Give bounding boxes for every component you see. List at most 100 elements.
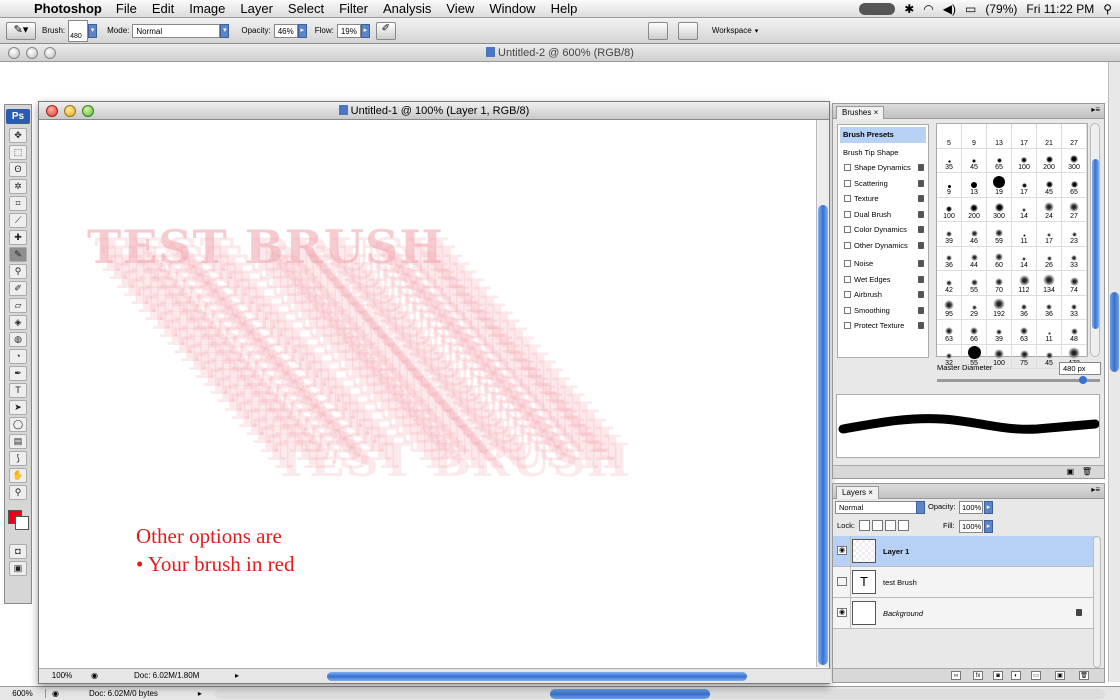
- layer-name[interactable]: test Brush: [883, 578, 917, 587]
- layer-row[interactable]: ◉ Layer 1: [833, 536, 1096, 567]
- move-tool-icon[interactable]: ✥: [9, 128, 27, 143]
- brush-tool-preset-button[interactable]: ✎▾: [6, 21, 36, 40]
- doc2-status-icon[interactable]: ◉: [52, 689, 59, 698]
- spotlight-icon[interactable]: ⚲: [1103, 2, 1112, 16]
- eyedropper-tool-icon[interactable]: ⟆: [9, 451, 27, 466]
- slice-tool-icon[interactable]: ⟋: [9, 213, 27, 228]
- brush-preset[interactable]: 11: [1012, 222, 1037, 247]
- doc2-zoom-field[interactable]: 600%: [0, 689, 46, 698]
- checkbox[interactable]: [844, 260, 851, 267]
- marquee-tool-icon[interactable]: ⬚: [9, 145, 27, 160]
- hand-tool-icon[interactable]: ✋: [9, 468, 27, 483]
- brush-preset[interactable]: 100: [1012, 148, 1037, 173]
- type-tool-icon[interactable]: T: [9, 383, 27, 398]
- brush-preset[interactable]: 200: [962, 197, 987, 222]
- brush-preset[interactable]: 13: [962, 173, 987, 198]
- dodge-tool-icon[interactable]: ◔: [9, 349, 27, 364]
- brush-option-airbrush[interactable]: Airbrush: [838, 287, 928, 303]
- brush-preset[interactable]: 112: [1012, 271, 1037, 296]
- brush-preset[interactable]: 45: [962, 148, 987, 173]
- airbrush-toggle[interactable]: ✐: [375, 21, 396, 40]
- brush-option-wet-edges[interactable]: Wet Edges: [838, 272, 928, 288]
- brush-presets-item[interactable]: Brush Presets: [840, 127, 926, 143]
- lock-icon[interactable]: [918, 322, 924, 329]
- eye-icon[interactable]: ◉: [837, 608, 847, 617]
- brush-preset[interactable]: 39: [937, 222, 962, 247]
- brush-preset[interactable]: 42: [937, 271, 962, 296]
- media-controls-icon[interactable]: [859, 3, 896, 15]
- clone-stamp-tool-icon[interactable]: ⚲: [9, 264, 27, 279]
- crop-tool-icon[interactable]: ⌗: [9, 196, 27, 211]
- mode-select-arrow[interactable]: ▾: [220, 23, 230, 38]
- brush-preset[interactable]: 26: [1037, 246, 1062, 271]
- doc1-minimize-button[interactable]: [64, 105, 76, 117]
- brush-option-dual-brush[interactable]: Dual Brush: [838, 207, 928, 223]
- eraser-tool-icon[interactable]: ▱: [9, 298, 27, 313]
- opacity-field[interactable]: 46%: [273, 23, 298, 38]
- doc1-zoom-button[interactable]: [82, 105, 94, 117]
- delete-preset-icon[interactable]: 🗑: [1082, 467, 1092, 476]
- lock-icon[interactable]: [918, 260, 924, 267]
- menu-edit[interactable]: Edit: [152, 1, 174, 16]
- checkbox[interactable]: [844, 306, 851, 314]
- brush-preset[interactable]: 17: [1037, 222, 1062, 247]
- layer-row[interactable]: T test Brush: [833, 567, 1096, 598]
- workspace-menu[interactable]: Workspace: [712, 26, 752, 35]
- shape-tool-icon[interactable]: ◯: [9, 417, 27, 432]
- brush-preset[interactable]: 17: [1012, 124, 1037, 149]
- brush-preset[interactable]: 63: [937, 320, 962, 345]
- link-layers-icon[interactable]: ∞: [951, 671, 961, 680]
- menu-filter[interactable]: Filter: [339, 1, 368, 16]
- brush-preset[interactable]: 48: [1062, 320, 1087, 345]
- doc2-titlebar[interactable]: Untitled-2 @ 600% (RGB/8): [0, 44, 1120, 62]
- brush-preset[interactable]: 9: [937, 173, 962, 198]
- layers-opacity-field[interactable]: 100%: [959, 501, 983, 514]
- doc1-status-arrow[interactable]: ▸: [235, 671, 239, 680]
- doc1-close-button[interactable]: [46, 105, 58, 117]
- opacity-slider-arrow[interactable]: ▸: [297, 23, 307, 38]
- eye-icon[interactable]: ◉: [837, 546, 847, 555]
- brush-preset[interactable]: 95: [937, 295, 962, 320]
- panel-menu-icon[interactable]: ▸≡: [1091, 105, 1100, 114]
- blend-mode-select[interactable]: Normal: [835, 501, 925, 514]
- doc2-minimize-button[interactable]: [26, 47, 38, 59]
- checkbox[interactable]: [844, 179, 851, 187]
- checkbox[interactable]: [844, 210, 851, 218]
- clock[interactable]: Fri 11:22 PM: [1026, 2, 1094, 16]
- layers-opacity-arrow[interactable]: ▸: [984, 501, 993, 514]
- checkbox[interactable]: [844, 322, 851, 329]
- battery-icon[interactable]: ▭: [965, 2, 976, 16]
- volume-icon[interactable]: ◀): [943, 2, 956, 16]
- wifi-icon[interactable]: ◠: [923, 2, 933, 16]
- healing-brush-tool-icon[interactable]: ✚: [9, 230, 27, 245]
- menu-window[interactable]: Window: [489, 1, 535, 16]
- menu-help[interactable]: Help: [551, 1, 578, 16]
- layers-scrollbar[interactable]: [1093, 536, 1101, 668]
- doc1-titlebar[interactable]: Untitled-1 @ 100% (Layer 1, RGB/8): [39, 102, 829, 120]
- brush-preset[interactable]: 36: [937, 246, 962, 271]
- brush-preset[interactable]: 300: [987, 197, 1012, 222]
- brush-preset[interactable]: 14: [1012, 246, 1037, 271]
- menu-file[interactable]: File: [116, 1, 137, 16]
- lock-icon[interactable]: [918, 226, 924, 233]
- brush-preset[interactable]: 35: [937, 148, 962, 173]
- doc2-close-button[interactable]: [8, 47, 20, 59]
- lock-icon[interactable]: [918, 164, 924, 171]
- ps-logo[interactable]: Ps: [6, 109, 30, 124]
- brush-picker[interactable]: 480: [68, 19, 89, 42]
- history-brush-tool-icon[interactable]: ✐: [9, 281, 27, 296]
- lock-all-icon[interactable]: [898, 520, 909, 531]
- delete-layer-icon[interactable]: 🗑: [1079, 671, 1089, 680]
- mode-select[interactable]: Normal: [132, 23, 221, 38]
- new-group-icon[interactable]: ▭: [1031, 671, 1041, 680]
- quick-mask-icon[interactable]: ◘: [9, 544, 27, 559]
- brush-preset[interactable]: 70: [987, 271, 1012, 296]
- brush-preset[interactable]: 14: [1012, 197, 1037, 222]
- brush-preset[interactable]: 100: [937, 197, 962, 222]
- adjustment-layer-icon[interactable]: ◐: [1011, 671, 1021, 680]
- brush-option-protect-texture[interactable]: Protect Texture: [838, 318, 928, 334]
- brush-preset[interactable]: 66: [962, 320, 987, 345]
- brush-preset[interactable]: 300: [1062, 148, 1087, 173]
- blend-mode-arrow[interactable]: [916, 501, 925, 514]
- brush-option-scattering[interactable]: Scattering: [838, 176, 928, 192]
